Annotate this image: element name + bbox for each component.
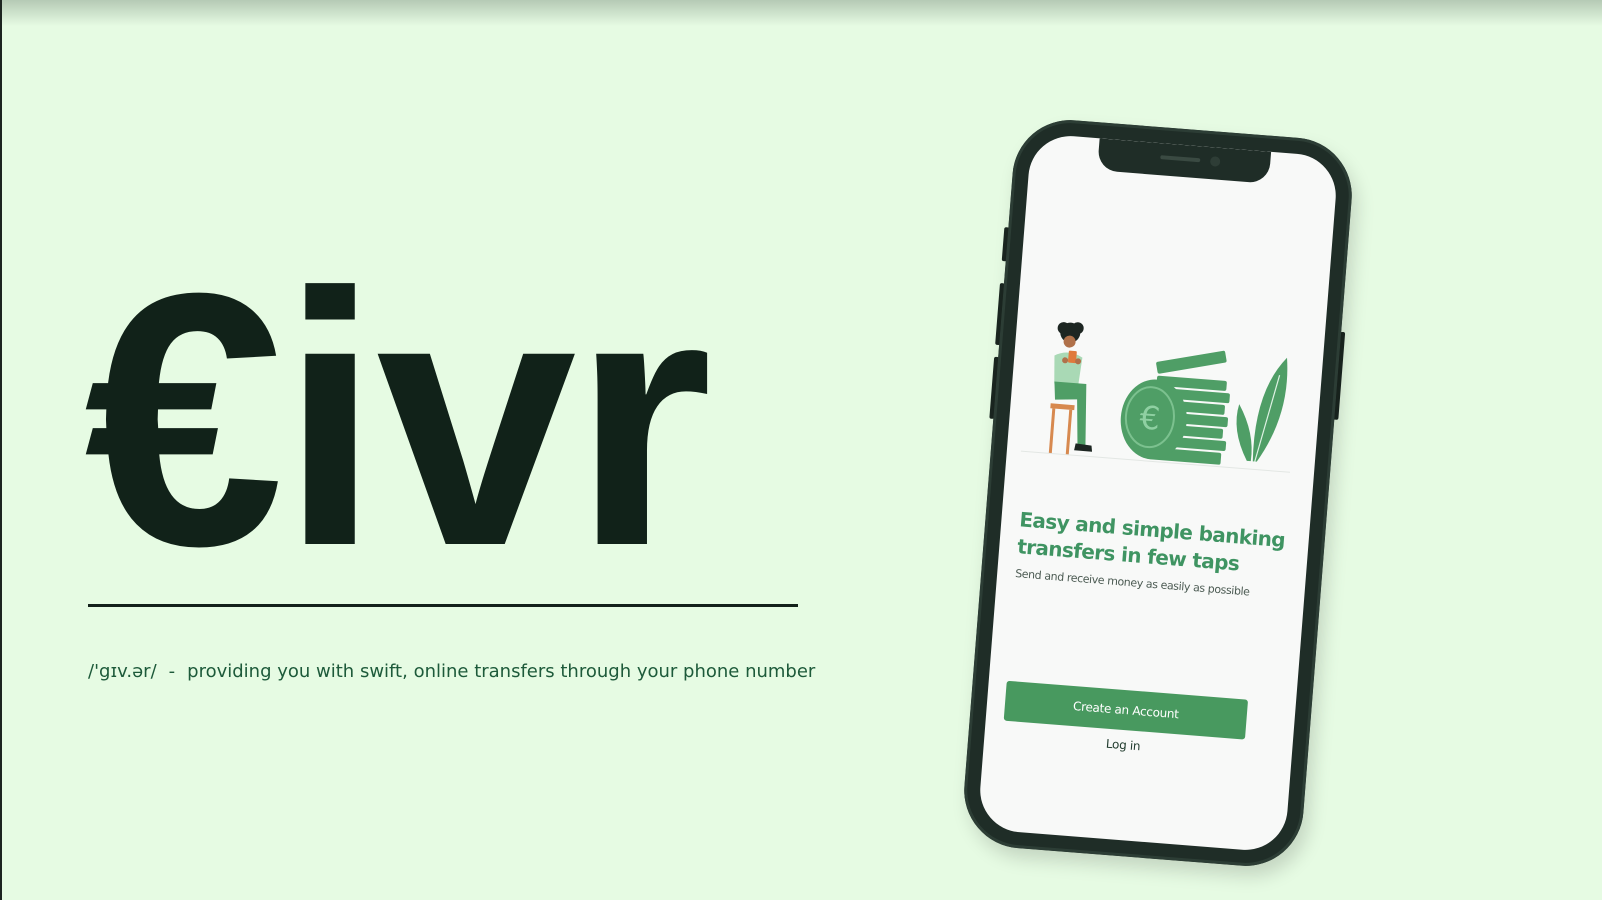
divider-line <box>88 604 798 607</box>
speaker-icon <box>1160 155 1201 163</box>
plant-icon <box>1236 357 1288 462</box>
brand-tagline: /'gɪv.ər/- providing you with swift, onli… <box>88 661 815 682</box>
top-shade <box>0 0 1602 26</box>
left-edge-border <box>0 0 2 900</box>
svg-text:€: € <box>1138 398 1161 437</box>
phone-screen: € Easy and simple banking transfers in f… <box>977 132 1339 854</box>
brand-wordmark: €ivr <box>84 219 713 621</box>
phonetic-spelling: /'gɪv.ər/ <box>88 661 157 682</box>
person-drinking-icon <box>1048 322 1093 455</box>
phone-frame: € Easy and simple banking transfers in f… <box>959 115 1357 871</box>
banking-illustration: € <box>1020 322 1291 473</box>
phone-mockup: € Easy and simple banking transfers in f… <box>959 115 1357 871</box>
tagline-text: providing you with swift, online transfe… <box>187 661 816 682</box>
camera-icon <box>1209 156 1221 167</box>
tagline-separator: - <box>168 661 176 682</box>
phone-notch <box>1097 138 1272 184</box>
